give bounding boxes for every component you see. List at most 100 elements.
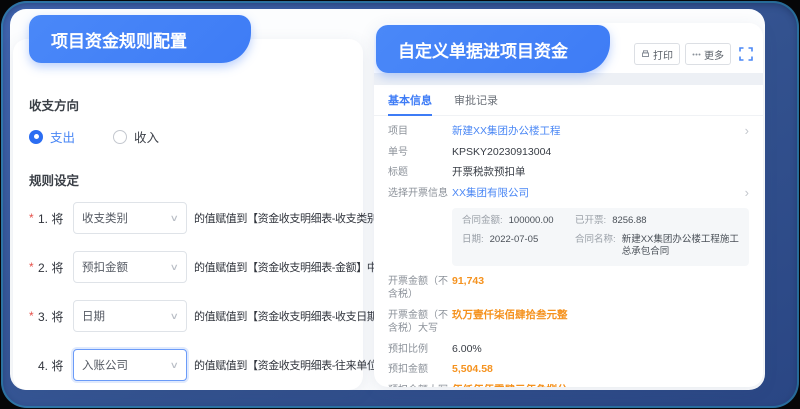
field-label: 开票金额（不含税）大写 (388, 309, 452, 336)
rule-3-field-select[interactable]: 日期 ∨ (73, 300, 187, 332)
field-value: 6.00% (452, 343, 482, 357)
select-value: 收支类别 (82, 210, 128, 226)
field-row-invoice-amount-caps: 开票金额（不含税）大写 玖万壹仟柒佰肆拾叁元整 (388, 309, 749, 336)
radio-income-label: 收入 (134, 127, 159, 146)
chevron-down-icon: ∨ (170, 262, 179, 273)
field-label: 预扣比例 (388, 343, 452, 357)
field-value-highlight: 伍仟伍佰零肆元伍角捌分 (452, 384, 568, 387)
fullscreen-button[interactable] (739, 47, 753, 61)
right-panel-header: 自定义单据进项目资金 打印 更多 (374, 23, 763, 73)
chevron-down-icon: ∨ (170, 360, 179, 371)
select-value: 日期 (82, 308, 105, 324)
cell-value: 8256.88 (612, 215, 646, 227)
field-value-highlight: 玖万壹仟柒佰肆拾叁元整 (452, 309, 568, 323)
print-button-label: 打印 (653, 47, 673, 62)
required-asterisk: * (29, 309, 38, 323)
field-label: 预扣金额 (388, 363, 452, 377)
radio-selected-icon (29, 130, 43, 144)
required-asterisk: * (29, 260, 38, 274)
select-value: 预扣金额 (82, 259, 128, 275)
contract-info-box: 合同金额: 100000.00 已开票: 8256.88 日期: 2022-07… (452, 208, 749, 266)
radio-unselected-icon (113, 130, 127, 144)
print-icon (641, 50, 650, 59)
field-row-invoice-info[interactable]: 选择开票信息 XX集团有限公司 › (388, 187, 749, 201)
field-label: 开票金额（不含税） (388, 275, 452, 302)
field-label: 选择开票信息 (388, 187, 452, 201)
rule-1-field-select[interactable]: 收支类别 ∨ (73, 202, 187, 234)
rule-text: 的值赋值到【资金收支明细表-往来单位】中 (194, 357, 399, 373)
cell-label: 合同名称: (575, 234, 616, 259)
cell-label: 合同金额: (462, 215, 503, 227)
field-row-invoice-amount: 开票金额（不含税） 91,743 (388, 275, 749, 302)
field-row-withhold-amount-caps: 预扣金额大写 伍仟伍佰零肆元伍角捌分 (388, 384, 749, 387)
required-asterisk: * (29, 211, 38, 225)
rule-text: 的值赋值到【资金收支明细表-收支日期】中 (194, 308, 399, 324)
chevron-down-icon: ∨ (170, 213, 179, 224)
direction-section-label: 收支方向 (29, 95, 347, 114)
cell-value: 新建XX集团办公楼工程施工总承包合同 (622, 234, 739, 259)
print-button[interactable]: 打印 (634, 43, 680, 65)
field-row-doc-number: 单号 KPSKY20230913004 (388, 146, 749, 160)
cell-value: 2022-07-05 (490, 234, 539, 259)
field-label: 项目 (388, 125, 452, 139)
more-button[interactable]: 更多 (685, 43, 731, 65)
rule-row-1: * 1. 将 收支类别 ∨ 的值赋值到【资金收支明细表-收支类别】中 (29, 202, 347, 234)
contract-date-cell: 日期: 2022-07-05 (462, 234, 575, 259)
rule-2-field-select[interactable]: 预扣金额 ∨ (73, 251, 187, 283)
radio-income[interactable]: 收入 (113, 127, 159, 146)
rule-number: 3. 将 (38, 308, 73, 325)
select-value: 入账公司 (82, 357, 128, 373)
fullscreen-icon (739, 47, 753, 61)
cell-label: 已开票: (575, 215, 606, 227)
tab-basic-info[interactable]: 基本信息 (388, 92, 432, 116)
right-panel-title: 自定义单据进项目资金 (398, 37, 568, 62)
left-panel-title: 项目资金规则配置 (51, 27, 187, 52)
radio-expense[interactable]: 支出 (29, 127, 75, 146)
rule-text: 的值赋值到【资金收支明细表-收支类别】中 (194, 210, 399, 226)
contract-name-cell: 合同名称: 新建XX集团办公楼工程施工总承包合同 (575, 234, 739, 259)
header-separator-band (374, 73, 763, 85)
rules-section-label: 规则设定 (29, 170, 347, 189)
field-row-project[interactable]: 项目 新建XX集团办公楼工程 › (388, 125, 749, 139)
field-row-withhold-ratio: 预扣比例 6.00% (388, 343, 749, 357)
chevron-right-icon: › (745, 124, 749, 137)
rule-text: 的值赋值到【资金收支明细表-金额】中 (194, 259, 377, 275)
field-label: 标题 (388, 166, 452, 180)
field-row-withhold-amount: 预扣金额 5,504.58 (388, 363, 749, 377)
rule-number: 2. 将 (38, 259, 73, 276)
field-row-title: 标题 开票税款预扣单 (388, 166, 749, 180)
chevron-down-icon: ∨ (170, 311, 179, 322)
right-panel-title-tag: 自定义单据进项目资金 (376, 25, 610, 73)
field-value-highlight: 91,743 (452, 275, 484, 289)
rule-row-2: * 2. 将 预扣金额 ∨ 的值赋值到【资金收支明细表-金额】中 (29, 251, 347, 283)
canvas-background: 项目资金规则配置 收支方向 支出 收入 规则设定 * 1 (10, 9, 765, 390)
left-panel-body: 收支方向 支出 收入 规则设定 * 1. 将 收支类别 (13, 39, 363, 381)
field-value: KPSKY20230913004 (452, 146, 551, 160)
field-value: 开票税款预扣单 (452, 166, 526, 180)
detail-field-list: 项目 新建XX集团办公楼工程 › 单号 KPSKY20230913004 标题 … (374, 116, 763, 387)
rule-number: 1. 将 (38, 210, 73, 227)
detail-tabs: 基本信息 审批记录 (374, 85, 763, 116)
rule-row-3: * 3. 将 日期 ∨ 的值赋值到【资金收支明细表-收支日期】中 (29, 300, 347, 332)
cell-value: 100000.00 (509, 215, 554, 227)
invoice-company-link[interactable]: XX集团有限公司 (452, 187, 529, 201)
more-icon (692, 50, 701, 59)
field-label: 预扣金额大写 (388, 384, 452, 387)
left-panel-title-tag: 项目资金规则配置 (29, 15, 251, 63)
rule-number: 4. 将 (38, 357, 73, 374)
chevron-right-icon: › (745, 186, 749, 199)
radio-expense-label: 支出 (50, 127, 75, 146)
invoiced-amount-cell: 已开票: 8256.88 (575, 215, 739, 227)
rule-4-field-select[interactable]: 入账公司 ∨ (73, 349, 187, 381)
rule-row-4: 4. 将 入账公司 ∨ 的值赋值到【资金收支明细表-往来单位】中 (29, 349, 347, 381)
direction-radio-group: 支出 收入 (29, 127, 347, 146)
field-value-highlight: 5,504.58 (452, 363, 493, 377)
header-toolbar: 打印 更多 (634, 43, 753, 65)
left-panel-rule-config: 项目资金规则配置 收支方向 支出 收入 规则设定 * 1 (13, 39, 363, 390)
right-panel-voucher-detail: 自定义单据进项目资金 打印 更多 (374, 23, 763, 387)
field-label: 单号 (388, 146, 452, 160)
cell-label: 日期: (462, 234, 484, 259)
decorative-frame: 项目资金规则配置 收支方向 支出 收入 规则设定 * 1 (1, 1, 799, 408)
tab-approval-record[interactable]: 审批记录 (454, 92, 498, 115)
project-link[interactable]: 新建XX集团办公楼工程 (452, 125, 561, 139)
